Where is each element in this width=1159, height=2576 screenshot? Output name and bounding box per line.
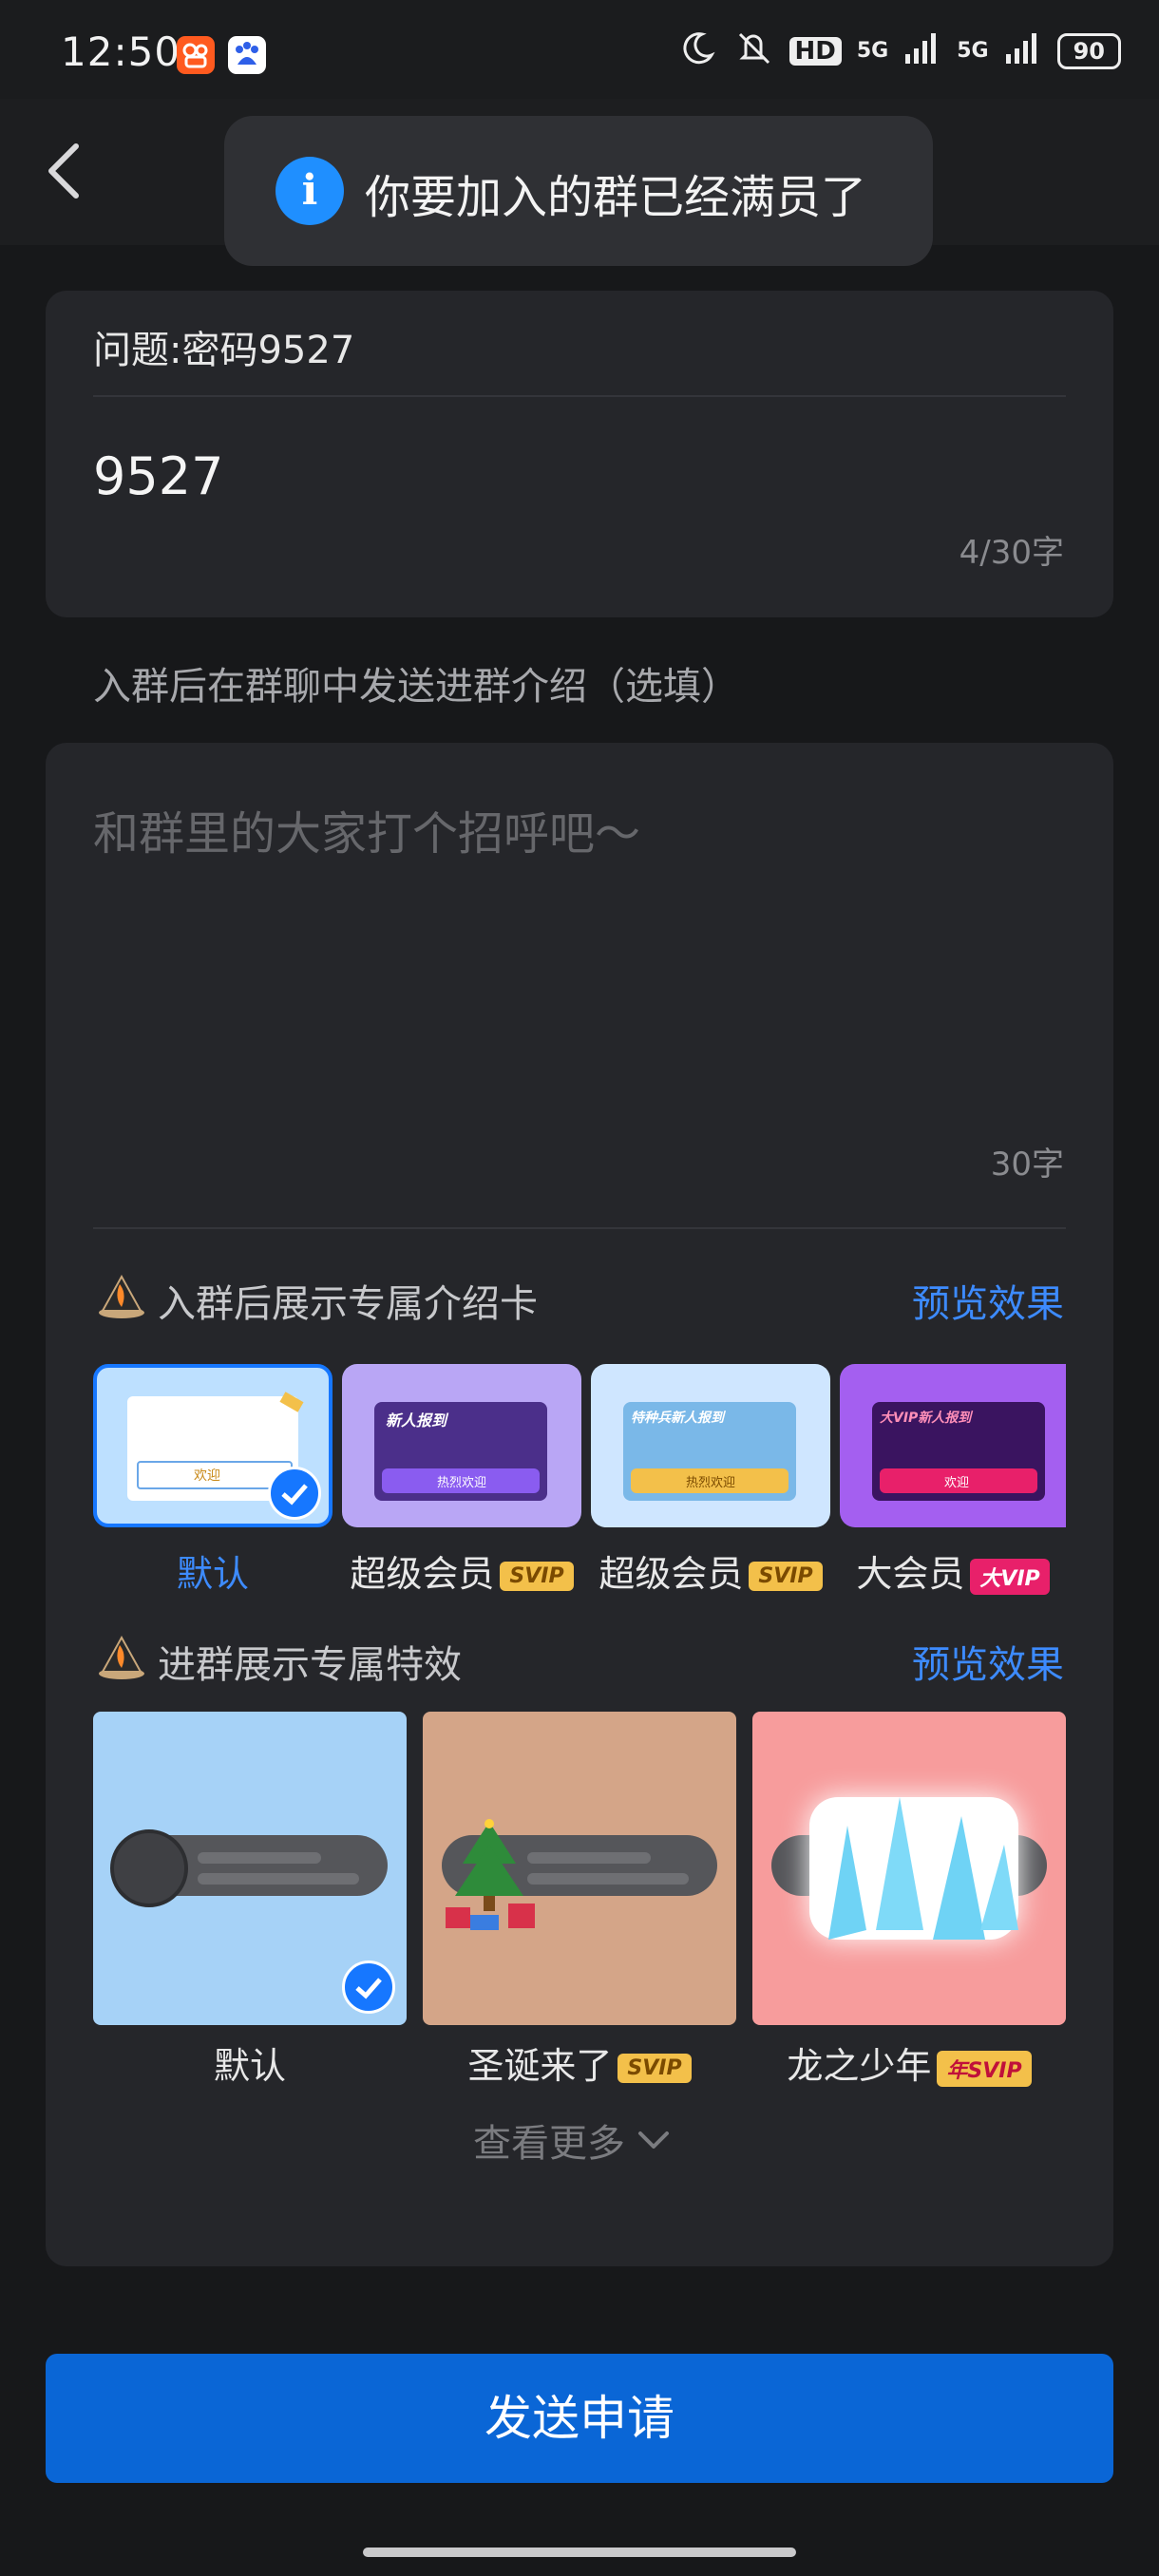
intro-card-svip-1-button: 热烈欢迎	[437, 1476, 487, 1490]
intro-card-option-svip-1[interactable]: 新人报到 热烈欢迎	[342, 1364, 581, 1527]
intro-card-svip-2-button: 热烈欢迎	[686, 1476, 736, 1490]
toast-message: 你要加入的群已经满员了	[365, 171, 867, 224]
svip-badge: SVIP	[618, 2054, 692, 2083]
question-label: 问题:密码9527	[93, 329, 355, 372]
battery-icon: 90	[1056, 32, 1121, 69]
chevron-down-icon	[638, 2131, 669, 2149]
back-button[interactable]	[42, 133, 89, 209]
answer-input[interactable]: 9527	[93, 446, 223, 506]
intro-card-default-welcome: 欢迎	[194, 1468, 220, 1484]
intro-textarea[interactable]: 和群里的大家打个招呼吧～	[93, 796, 1066, 1100]
christmas-tree-icon	[446, 1819, 535, 1930]
intro-card-option-svip-2[interactable]: 特种兵新人报到 热烈欢迎	[591, 1364, 830, 1527]
info-icon: i	[276, 157, 344, 225]
intro-label: 入群后在群聊中发送进群介绍（选填）	[93, 665, 739, 709]
intro-card-label-default: 默认	[176, 1553, 249, 1595]
effect-label-dragon: 龙之少年 年SVIP	[752, 2036, 1066, 2089]
see-more-button[interactable]: 查看更多	[473, 2112, 673, 2168]
check-icon	[268, 1467, 321, 1520]
signal-icon	[1004, 31, 1042, 70]
intro-card-svip-2-title: 特种兵新人报到	[631, 1411, 724, 1426]
intro-char-count: 30字	[990, 1146, 1064, 1184]
effect-label-christmas: 圣诞来了 SVIP	[423, 2036, 736, 2089]
flame-icon	[95, 1269, 148, 1322]
intro-card-option-default[interactable]: 欢迎	[93, 1364, 332, 1527]
status-time: 12:50	[61, 28, 181, 75]
avatar-placeholder	[110, 1829, 188, 1907]
intro-card-label-bigvip: 大会员 大VIP	[840, 1544, 1066, 1597]
svip-badge: SVIP	[749, 1562, 823, 1591]
chevron-left-icon	[48, 143, 79, 199]
divider	[93, 395, 1066, 397]
intro-card-bigvip-title: 大VIP新人报到	[880, 1411, 972, 1426]
answer-char-count: 4/30字	[959, 534, 1064, 572]
effect-option-dragon[interactable]	[752, 1712, 1066, 2025]
baidu-app-icon	[228, 36, 266, 74]
divider	[93, 1227, 1066, 1229]
signal-icon	[903, 31, 941, 70]
moon-icon	[679, 28, 717, 73]
intro-card-svip-1-title: 新人报到	[386, 1411, 447, 1430]
mute-icon	[732, 28, 774, 73]
effect-option-default[interactable]	[93, 1712, 407, 2025]
intro-card-bigvip-button: 欢迎	[944, 1476, 970, 1490]
intro-card-label-svip-2: 超级会员 SVIP	[591, 1544, 830, 1597]
hd-label: HD	[788, 36, 842, 66]
effect-section-title: 进群展示专属特效	[158, 1643, 462, 1687]
effect-preview-button[interactable]: 预览效果	[912, 1634, 1064, 1689]
network-5g-label-1: 5G	[856, 39, 889, 63]
home-indicator[interactable]	[363, 2548, 796, 2557]
intro-card-label-svip-1: 超级会员 SVIP	[342, 1544, 581, 1597]
effect-label-default: 默认	[213, 2045, 286, 2087]
check-icon	[342, 1960, 395, 2014]
send-request-button[interactable]: 发送申请	[46, 2354, 1113, 2483]
status-icons: HD 5G 5G 90	[679, 28, 1121, 73]
svip-badge: SVIP	[500, 1562, 574, 1591]
flame-icon	[95, 1630, 148, 1683]
ice-effect-icon	[828, 1797, 1018, 1940]
bigvip-badge: 大VIP	[970, 1558, 1050, 1595]
intro-card-preview-button[interactable]: 预览效果	[912, 1273, 1064, 1328]
kuaishou-app-icon	[177, 36, 215, 74]
year-svip-badge: 年SVIP	[937, 2050, 1032, 2087]
intro-card-section-title: 入群后展示专属介绍卡	[158, 1282, 538, 1326]
effect-option-christmas[interactable]	[423, 1712, 736, 2025]
intro-card-option-bigvip[interactable]: 大VIP新人报到 欢迎	[840, 1364, 1066, 1527]
network-5g-label-2: 5G	[957, 39, 989, 63]
